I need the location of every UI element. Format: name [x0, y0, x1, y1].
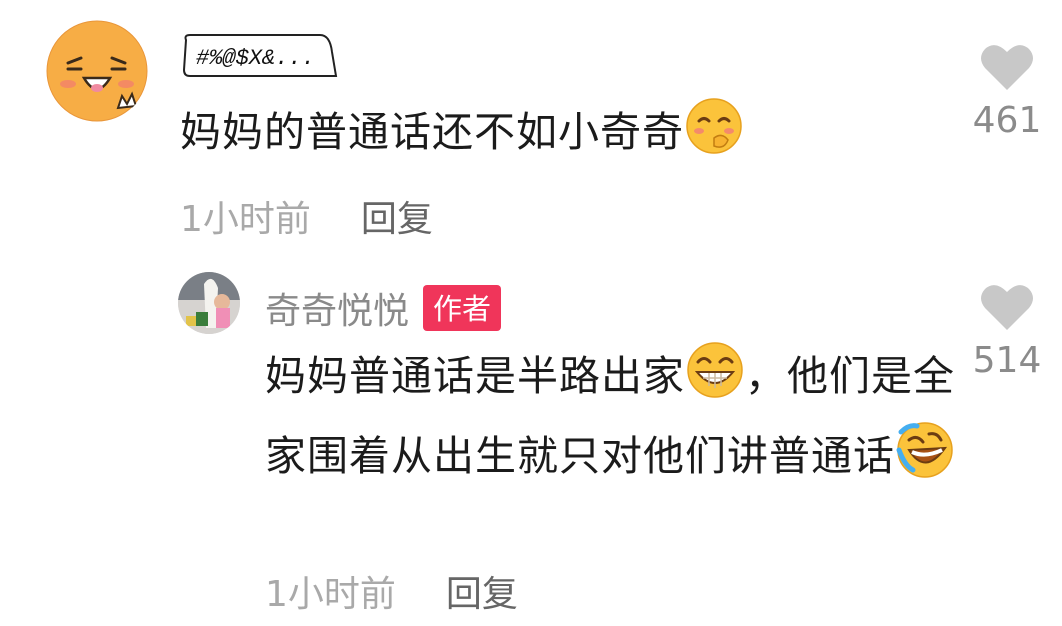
comment-meta: 1小时前 回复: [180, 190, 433, 242]
reply-text: 妈妈普通话是半路出家 ，他们是全家围着从出生就只对他们讲普通话: [265, 340, 955, 500]
comment-reply-button[interactable]: 回复: [361, 199, 433, 240]
author-badge: 作者: [423, 285, 502, 331]
heart-icon[interactable]: [979, 282, 1035, 332]
reply-like-count: 514: [972, 340, 1042, 381]
reply-meta: 1小时前 回复: [265, 565, 518, 617]
reply-time: 1小时前: [265, 574, 396, 615]
comment-like-count: 461: [972, 100, 1042, 141]
reply-reply-button[interactable]: 回复: [446, 574, 518, 615]
username-badge-text: #%@$X&...: [196, 46, 315, 71]
commenter-username-badge[interactable]: #%@$X&...: [180, 32, 338, 80]
heart-icon[interactable]: [979, 42, 1035, 92]
rolling-laughing-emoji-icon: [895, 420, 955, 500]
comment-time: 1小时前: [180, 199, 311, 240]
reply-text-part-a: 妈妈普通话是半路出家: [265, 352, 685, 400]
comment-like[interactable]: 461: [962, 42, 1052, 141]
reply-username-row: 奇奇悦悦 作者: [265, 282, 502, 334]
grinning-emoji-icon: [685, 340, 745, 420]
comment-text-content: 妈妈的普通话还不如小奇奇: [180, 108, 684, 156]
shy-smile-emoji-icon: [684, 96, 744, 166]
reply-like[interactable]: 514: [962, 282, 1052, 381]
commenter-avatar[interactable]: [46, 20, 148, 122]
reply-avatar[interactable]: [178, 272, 240, 334]
comment-text: 妈妈的普通话还不如小奇奇: [180, 96, 744, 166]
reply-username[interactable]: 奇奇悦悦: [265, 282, 409, 334]
